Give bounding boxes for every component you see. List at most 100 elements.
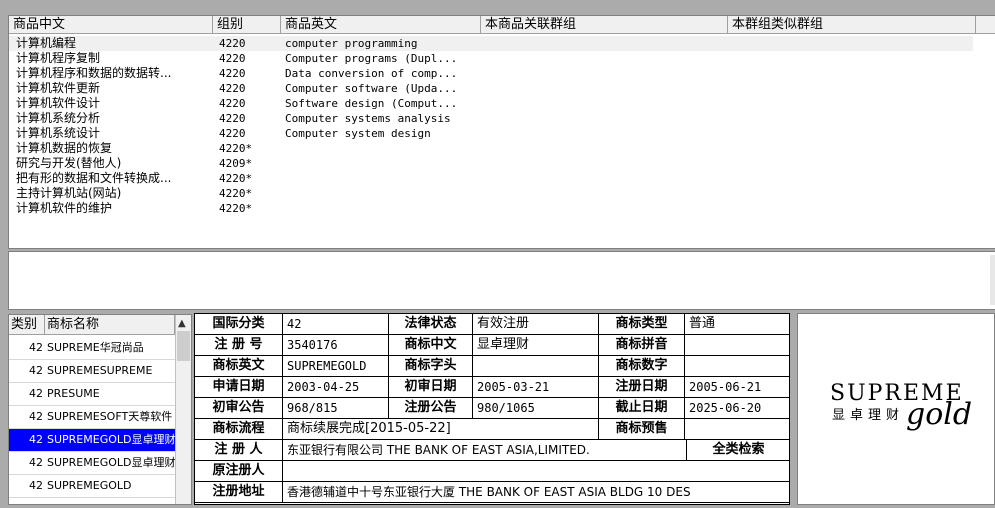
list-name-cell: SUPREMEGOLD — [47, 479, 132, 492]
goods-row[interactable]: 计算机软件设计 4220 Software design (Comput... — [9, 96, 973, 111]
process-label: 商标流程 — [195, 419, 283, 440]
registrant-value: 东亚银行有限公司 THE BANK OF EAST ASIA,LIMITED. — [283, 440, 687, 461]
orig-registrant-label: 原注册人 — [195, 461, 283, 482]
goods-en-cell: Computer system design — [285, 127, 431, 140]
list-scrollbar-thumb[interactable] — [177, 331, 190, 361]
trademark-list: 类别 商标名称 ▲ 42 SUPREME华冠尚品 42 SUPREMESUPREME 4… — [8, 314, 192, 505]
goods-cn-cell: 把有形的数据和文件转换成... — [16, 171, 172, 185]
mark-type-label: 商标类型 — [599, 314, 685, 335]
logo-cn: 显卓理财 — [832, 408, 904, 423]
trademark-detail: 国际分类 42 法律状态 有效注册 商标类型 普通 注 册 号 3540176 … — [194, 313, 790, 505]
legal-status-value: 有效注册 — [473, 314, 599, 335]
goods-cn-cell: 计算机数据的恢复 — [16, 141, 113, 155]
intl-class-label: 国际分类 — [195, 314, 283, 335]
reg-notice-label: 注册公告 — [389, 398, 473, 419]
list-name-cell: SUPREMEGOLD显卓理财 — [47, 456, 175, 469]
mark-cn-label: 商标中文 — [389, 335, 473, 356]
goods-row[interactable]: 研究与开发(替他人) 4209* — [9, 156, 973, 171]
goods-cn-cell: 计算机软件设计 — [16, 96, 101, 110]
goods-cn-cell: 计算机程序和数据的数据转... — [16, 66, 172, 80]
header-goods-en[interactable]: 商品英文 — [281, 16, 481, 34]
reg-no-value: 3540176 — [283, 335, 389, 356]
goods-row[interactable]: 计算机程序和数据的数据转... 4220 Data conversion of co… — [9, 66, 973, 81]
goods-group-cell: 4220 — [219, 112, 246, 125]
list-class-cell: 42 — [29, 341, 43, 354]
goods-cn-cell: 研究与开发(替他人) — [16, 156, 122, 170]
prelim-date-value: 2005-03-21 — [473, 377, 599, 398]
goods-group-cell: 4220 — [219, 127, 246, 140]
goods-row[interactable]: 计算机编程 4220 computer programming — [9, 36, 973, 51]
mark-cn-value: 显卓理财 — [473, 335, 599, 356]
goods-en-cell: computer programming — [285, 37, 418, 50]
mark-type-value: 普通 — [685, 314, 789, 335]
goods-group-cell: 4220* — [219, 172, 253, 185]
goods-group-cell: 4220* — [219, 202, 253, 215]
trademark-list-row[interactable]: 42 SUPREMESUPREME — [9, 360, 175, 383]
list-class-cell: 42 — [29, 410, 43, 423]
list-class-cell: 42 — [29, 479, 43, 492]
mark-digit-label: 商标数字 — [599, 356, 685, 377]
notes-panel — [8, 251, 995, 310]
logo-script: gold — [906, 397, 972, 432]
prelim-notice-value: 968/815 — [283, 398, 389, 419]
warning-value — [685, 419, 789, 440]
expiry-value: 2025-06-20 — [685, 398, 789, 419]
goods-row[interactable]: 计算机系统分析 4220 Computer systems analysis — [9, 111, 973, 126]
list-scrollbar[interactable]: ▲ — [175, 315, 191, 504]
list-name-cell: SUPREME华冠尚品 — [47, 341, 144, 354]
apply-date-value: 2003-04-25 — [283, 377, 389, 398]
goods-row[interactable]: 计算机系统设计 4220 Computer system design — [9, 126, 973, 141]
prelim-date-label: 初审日期 — [389, 377, 473, 398]
goods-en-cell: Computer programs (Dupl... — [285, 52, 458, 65]
goods-group-cell: 4220 — [219, 52, 246, 65]
scrollbar-corner — [975, 16, 995, 34]
warning-label: 商标预售 — [599, 419, 685, 440]
goods-en-cell: Computer software (Upda... — [285, 82, 458, 95]
header-similar-groups[interactable]: 本群组类似群组 — [728, 16, 976, 34]
scrollbar-thumb[interactable] — [990, 255, 995, 305]
reg-date-value: 2005-06-21 — [685, 377, 789, 398]
goods-row[interactable]: 计算机程序复制 4220 Computer programs (Dupl... — [9, 51, 973, 66]
goods-row[interactable]: 计算机软件更新 4220 Computer software (Upda... — [9, 81, 973, 96]
goods-row[interactable]: 把有形的数据和文件转换成... 4220* — [9, 171, 973, 186]
prelim-notice-label: 初审公告 — [195, 398, 283, 419]
trademark-list-row[interactable]: 42 SUPREMESOFT天尊软件 — [9, 406, 175, 429]
mark-letter-value — [473, 356, 599, 377]
goods-en-cell: Software design (Comput... — [285, 97, 458, 110]
scroll-up-icon[interactable]: ▲ — [178, 318, 186, 329]
goods-group-cell: 4220* — [219, 187, 253, 200]
goods-row[interactable]: 计算机数据的恢复 4220* — [9, 141, 973, 156]
mark-letter-label: 商标字头 — [389, 356, 473, 377]
pinyin-value — [685, 335, 789, 356]
trademark-list-row[interactable]: 42 PRESUME — [9, 383, 175, 406]
address-value: 香港德辅道中十号东亚银行大厦 THE BANK OF EAST ASIA BLD… — [283, 482, 789, 503]
list-class-cell: 42 — [29, 364, 43, 377]
list-name-cell: SUPREMESUPREME — [47, 364, 153, 377]
full-search-button[interactable]: 全类检索 — [687, 440, 789, 461]
trademark-list-row[interactable]: 42 SUPREMEGOLD显卓理财 — [9, 452, 175, 475]
reg-no-label: 注 册 号 — [195, 335, 283, 356]
list-name-cell: PRESUME — [47, 387, 100, 400]
list-class-cell: 42 — [29, 387, 43, 400]
goods-row[interactable]: 计算机软件的维护 4220* — [9, 201, 973, 216]
trademark-list-row[interactable]: 42 SUPREMEGOLD — [9, 475, 175, 498]
process-value: 商标续展完成[2015-05-22] — [283, 419, 599, 440]
list-class-cell: 42 — [29, 433, 43, 446]
goods-group-cell: 4220 — [219, 82, 246, 95]
goods-group-cell: 4220 — [219, 67, 246, 80]
mark-en-label: 商标英文 — [195, 356, 283, 377]
goods-row[interactable]: 主持计算机站(网站) 4220* — [9, 186, 973, 201]
list-name-cell: SUPREMEGOLD显卓理财 — [47, 433, 175, 446]
header-mark-name[interactable]: 商标名称 — [45, 315, 175, 335]
trademark-list-row[interactable]: 42 SUPREME华冠尚品 — [9, 337, 175, 360]
header-related-groups[interactable]: 本商品关联群组 — [481, 16, 728, 34]
goods-group-cell: 4209* — [219, 157, 253, 170]
header-group[interactable]: 组别 — [213, 16, 281, 34]
header-goods-cn[interactable]: 商品中文 — [9, 16, 213, 34]
reg-date-label: 注册日期 — [599, 377, 685, 398]
header-class[interactable]: 类别 — [9, 315, 45, 335]
goods-cn-cell: 计算机系统设计 — [16, 126, 101, 140]
intl-class-value: 42 — [283, 314, 389, 335]
trademark-logo: SUPREME 显卓理财 gold — [830, 381, 972, 432]
trademark-list-row[interactable]: 42 SUPREMEGOLD显卓理财 — [9, 429, 175, 452]
